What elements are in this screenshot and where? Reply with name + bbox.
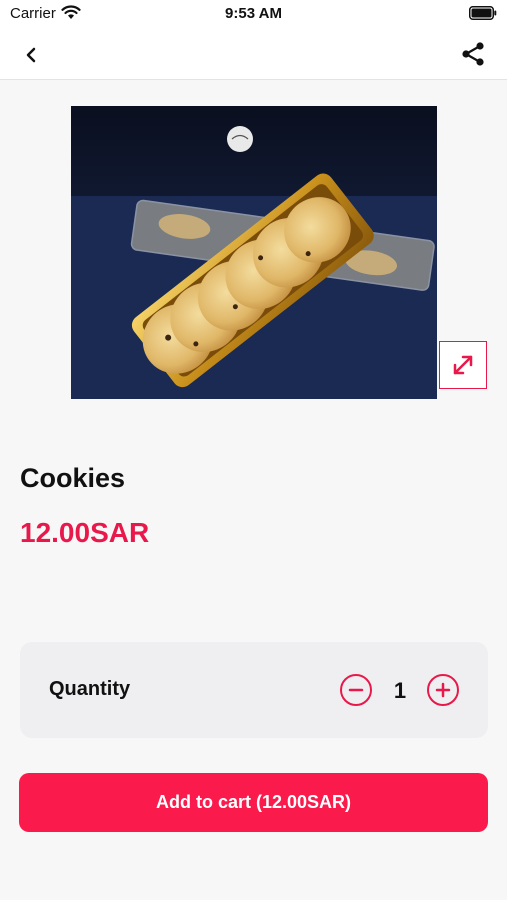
plus-circle-icon — [435, 682, 451, 698]
increase-quantity-button[interactable] — [427, 674, 459, 706]
nav-bar — [0, 30, 507, 80]
product-image[interactable] — [71, 106, 437, 399]
expand-icon — [453, 355, 473, 375]
decrease-quantity-button[interactable] — [340, 674, 372, 706]
add-to-cart-button[interactable]: Add to cart (12.00SAR) — [19, 773, 488, 832]
share-button[interactable] — [459, 40, 487, 68]
clock: 9:53 AM — [225, 5, 282, 22]
quantity-value: 1 — [393, 678, 407, 703]
product-price: 12.00SAR — [20, 517, 150, 548]
status-bar: Carrier 9:53 AM — [0, 0, 507, 30]
quantity-label: Quantity — [49, 678, 131, 700]
minus-circle-icon — [348, 688, 364, 692]
battery-icon — [469, 6, 497, 25]
product-name: Cookies — [20, 463, 126, 493]
back-button[interactable] — [18, 42, 44, 68]
chevron-left-icon — [26, 47, 36, 63]
quantity-panel: Quantity 1 — [20, 642, 488, 738]
share-icon — [462, 42, 484, 66]
expand-image-button[interactable] — [439, 341, 487, 389]
